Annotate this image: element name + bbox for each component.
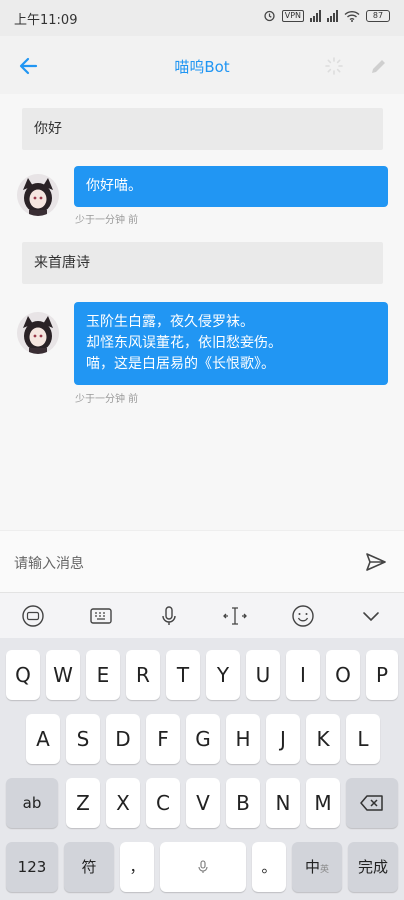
chevron-down-icon[interactable] [358,603,384,629]
bot-message: 你好喵。 [74,166,388,207]
key-b[interactable]: B [226,778,260,828]
signal-icon [310,9,321,22]
key-a[interactable]: A [26,714,60,764]
symbols-key[interactable]: 符 [64,842,114,892]
key-z[interactable]: Z [66,778,100,828]
bot-message-line: 你好喵。 [86,178,142,194]
done-key[interactable]: 完成 [348,842,398,892]
battery-icon: 87 [366,9,390,22]
key-s[interactable]: S [66,714,100,764]
user-message: 来首唐诗 [22,242,383,284]
bot-message-line: 却怪东风误董花，依旧愁妾伤。 [86,335,282,351]
bot-message-line: 玉阶生白露，夜久侵罗袜。 [86,314,254,330]
key-i[interactable]: I [286,650,320,700]
key-r[interactable]: R [126,650,160,700]
key-k[interactable]: K [306,714,340,764]
key-g[interactable]: G [186,714,220,764]
bot-message-line: 喵，这是白居易的《长恨歌》。 [86,356,275,372]
emoji-icon[interactable] [290,603,316,629]
bot-avatar [17,174,59,216]
key-t[interactable]: T [166,650,200,700]
vpn-badge: VPN [281,9,304,22]
shift-key[interactable]: ab [6,778,58,828]
keyboard-toolbar [0,592,404,638]
microphone-icon [198,860,208,873]
space-key[interactable] [160,842,246,892]
language-label: 中 [304,858,320,876]
status-time: 上午11:09 [14,13,78,28]
backspace-icon [360,795,383,811]
numbers-key[interactable]: 123 [6,842,58,892]
message-input-bar: 请输入消息 [0,530,404,592]
message-timestamp: 少于一分钟 前 [75,215,139,226]
language-key[interactable]: 中英 [292,842,342,892]
chat-area: 你好 你好喵。 少于一分钟 前 来首唐诗 玉阶生白露，夜久侵罗袜。 却怪东风误董… [0,94,404,530]
key-l[interactable]: L [346,714,380,764]
comma-key[interactable]: ， [120,842,154,892]
key-n[interactable]: N [266,778,300,828]
keyboard: Q W E R T Y U I O P A S D F G H J K L ab… [0,638,404,900]
key-o[interactable]: O [326,650,360,700]
microphone-icon[interactable] [156,603,182,629]
key-p[interactable]: P [366,650,398,700]
backspace-key[interactable] [346,778,398,828]
key-e[interactable]: E [86,650,120,700]
status-bar: 上午11:09 VPN 87 [0,0,404,36]
keyboard-icon[interactable] [88,603,114,629]
alarm-icon [264,10,275,22]
bot-avatar [17,312,59,354]
key-m[interactable]: M [306,778,340,828]
send-icon[interactable] [364,550,388,574]
user-message: 你好 [22,108,383,150]
message-input[interactable]: 请输入消息 [14,553,84,573]
period-key[interactable]: 。 [252,842,286,892]
key-y[interactable]: Y [206,650,240,700]
bot-message: 玉阶生白露，夜久侵罗袜。 却怪东风误董花，依旧愁妾伤。 喵，这是白居易的《长恨歌… [74,302,388,385]
key-w[interactable]: W [46,650,80,700]
key-v[interactable]: V [186,778,220,828]
key-x[interactable]: X [106,778,140,828]
key-d[interactable]: D [106,714,140,764]
language-sub-label: 英 [320,865,330,875]
keyboard-ai-icon[interactable] [20,603,46,629]
key-j[interactable]: J [266,714,300,764]
loading-spinner-icon [325,57,343,75]
status-icons: VPN 87 [263,9,390,22]
key-h[interactable]: H [226,714,260,764]
key-f[interactable]: F [146,714,180,764]
cursor-move-icon[interactable] [222,603,248,629]
message-timestamp: 少于一分钟 前 [75,394,139,405]
key-q[interactable]: Q [6,650,40,700]
signal-icon-2 [327,9,338,22]
wifi-icon [344,10,360,22]
key-c[interactable]: C [146,778,180,828]
pencil-icon[interactable] [368,55,390,77]
key-u[interactable]: U [246,650,280,700]
app-header: 喵呜Bot [0,36,404,94]
